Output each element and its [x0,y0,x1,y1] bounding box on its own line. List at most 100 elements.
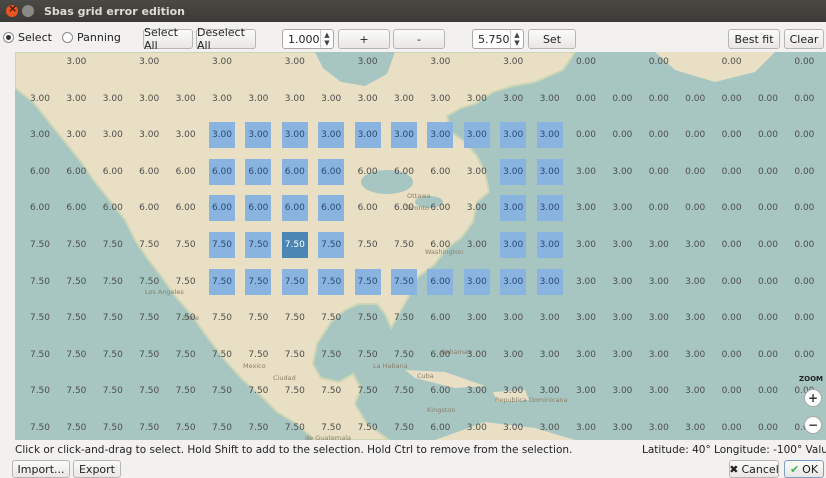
grid-cell[interactable]: 3.00 [500,158,527,185]
grid-cell[interactable]: 7.50 [318,305,344,331]
map-view[interactable]: Ottawa Toronto Washington Los Angeles Phoe Me… [15,52,826,440]
grid-cell[interactable]: 7.50 [282,378,308,404]
grid-cell[interactable]: 0.00 [646,159,672,185]
grid-cell[interactable]: 3.00 [427,122,454,149]
grid-cell[interactable]: 3.00 [682,232,708,258]
grid-cell[interactable]: 0.00 [791,52,817,75]
best-fit-button[interactable]: Best fit [728,29,780,49]
grid-cell[interactable]: 3.00 [318,122,345,149]
grid-cell[interactable]: 3.00 [682,415,708,440]
grid-cell[interactable]: 6.00 [27,159,53,185]
grid-cell[interactable]: 6.00 [136,195,162,221]
grid-cell[interactable]: 3.00 [646,305,672,331]
grid-cell[interactable]: 0.00 [609,122,635,148]
grid-cell[interactable]: 3.00 [355,86,381,112]
grid-cell[interactable]: 3.00 [173,86,199,112]
grid-cell[interactable]: 3.00 [100,122,126,148]
grid-cell[interactable]: 0.00 [609,86,635,112]
grid-cell[interactable]: 7.50 [391,305,417,331]
grid-cell[interactable]: 7.50 [245,378,271,404]
grid-cell[interactable]: 3.00 [609,195,635,221]
grid-cell[interactable]: 3.00 [464,86,490,112]
grid-cell[interactable]: 6.00 [209,195,235,222]
grid-cell[interactable]: 3.00 [500,122,527,149]
grid-cell[interactable]: 3.00 [500,268,527,295]
grid-cell[interactable]: 7.50 [27,378,53,404]
grid-cell[interactable]: 7.50 [100,378,126,404]
grid-cell[interactable]: 3.00 [646,269,672,295]
grid-cell[interactable]: 3.00 [63,122,89,148]
grid-cell[interactable]: 3.00 [573,305,599,331]
set-value-spinbox[interactable]: 5.750 ▲ ▼ [472,29,524,49]
grid-cell[interactable]: 3.00 [536,122,563,149]
ok-button[interactable]: ✔ OK [784,460,824,478]
grid-cell[interactable]: 6.00 [427,268,454,295]
grid-cell[interactable]: 7.50 [318,378,344,404]
grid-cell[interactable]: 7.50 [391,232,417,258]
grid-cell[interactable]: 7.50 [245,415,271,440]
grid-cell[interactable]: 7.50 [391,415,417,440]
grid-cell[interactable]: 7.50 [27,305,53,331]
grid-cell[interactable]: 3.00 [609,232,635,258]
grid-cell[interactable]: 3.00 [63,86,89,112]
decrement-button[interactable]: - [393,29,445,49]
grid-cell[interactable]: 0.00 [573,52,599,75]
grid-cell[interactable]: 7.50 [136,342,162,368]
grid-cell[interactable]: 3.00 [537,305,563,331]
grid-cell[interactable]: 0.00 [719,86,745,112]
grid-cell[interactable]: 3.00 [500,342,526,368]
grid-cell[interactable]: 0.00 [646,86,672,112]
grid-cell[interactable]: 7.50 [63,305,89,331]
grid-cell[interactable]: 7.50 [100,305,126,331]
grid-cell[interactable]: 3.00 [682,269,708,295]
grid-cell[interactable]: 3.00 [209,52,235,75]
grid-cell[interactable]: 6.00 [27,195,53,221]
grid-cell[interactable]: 0.00 [646,122,672,148]
grid-cell[interactable]: 7.50 [209,305,235,331]
grid-cell[interactable]: 7.50 [318,415,344,440]
grid-cell[interactable]: 6.00 [427,378,453,404]
grid-cell[interactable]: 7.50 [173,378,199,404]
grid-cell[interactable]: 3.00 [609,159,635,185]
grid-cell[interactable]: 3.00 [646,378,672,404]
grid-cell[interactable]: 0.00 [719,232,745,258]
grid-cell[interactable]: 7.50 [355,305,381,331]
grid-cell[interactable]: 3.00 [500,378,526,404]
grid-cell[interactable]: 3.00 [27,86,53,112]
grid-cell[interactable]: 7.50 [391,378,417,404]
grid-cell[interactable]: 0.00 [791,342,817,368]
grid-cell[interactable]: 7.50 [136,415,162,440]
increment-button[interactable]: + [338,29,390,49]
grid-cell[interactable]: 3.00 [536,195,563,222]
grid-cell[interactable]: 7.50 [27,415,53,440]
grid-cell[interactable]: 6.00 [427,159,453,185]
grid-cell[interactable]: 6.00 [318,158,345,185]
grid-cell[interactable]: 7.50 [136,305,162,331]
grid-cell[interactable]: 0.00 [755,195,781,221]
grid-cell[interactable]: 7.50 [100,269,126,295]
grid-cell[interactable]: 3.00 [391,122,417,149]
grid-cell[interactable]: 3.00 [500,86,526,112]
grid-cell[interactable]: 0.00 [755,122,781,148]
grid-cell[interactable]: 3.00 [609,305,635,331]
grid-cell[interactable]: 3.00 [318,86,344,112]
grid-cell[interactable]: 0.00 [682,159,708,185]
grid-cell[interactable]: 7.50 [63,415,89,440]
grid-cell[interactable]: 7.50 [209,232,235,258]
grid-cell[interactable]: 0.00 [719,159,745,185]
grid-cell[interactable]: 0.00 [719,415,745,440]
grid-cell[interactable]: 6.00 [245,195,272,222]
grid-cell[interactable]: 3.00 [609,415,635,440]
grid-cell[interactable]: 3.00 [609,378,635,404]
grid-cell[interactable]: 3.00 [464,378,490,404]
grid-cell[interactable]: 3.00 [136,52,162,75]
grid-cell[interactable]: 7.50 [63,378,89,404]
grid-cell[interactable]: 3.00 [209,122,235,149]
grid-cell[interactable]: 0.00 [646,52,672,75]
grid-cell[interactable]: 7.50 [391,268,417,295]
grid-cell[interactable]: 3.00 [536,268,563,295]
grid-cell[interactable]: 7.50 [245,232,272,258]
grid-cell[interactable]: 0.00 [755,415,781,440]
grid-cell[interactable]: 7.50 [173,415,199,440]
grid-cell[interactable]: 7.50 [209,342,235,368]
